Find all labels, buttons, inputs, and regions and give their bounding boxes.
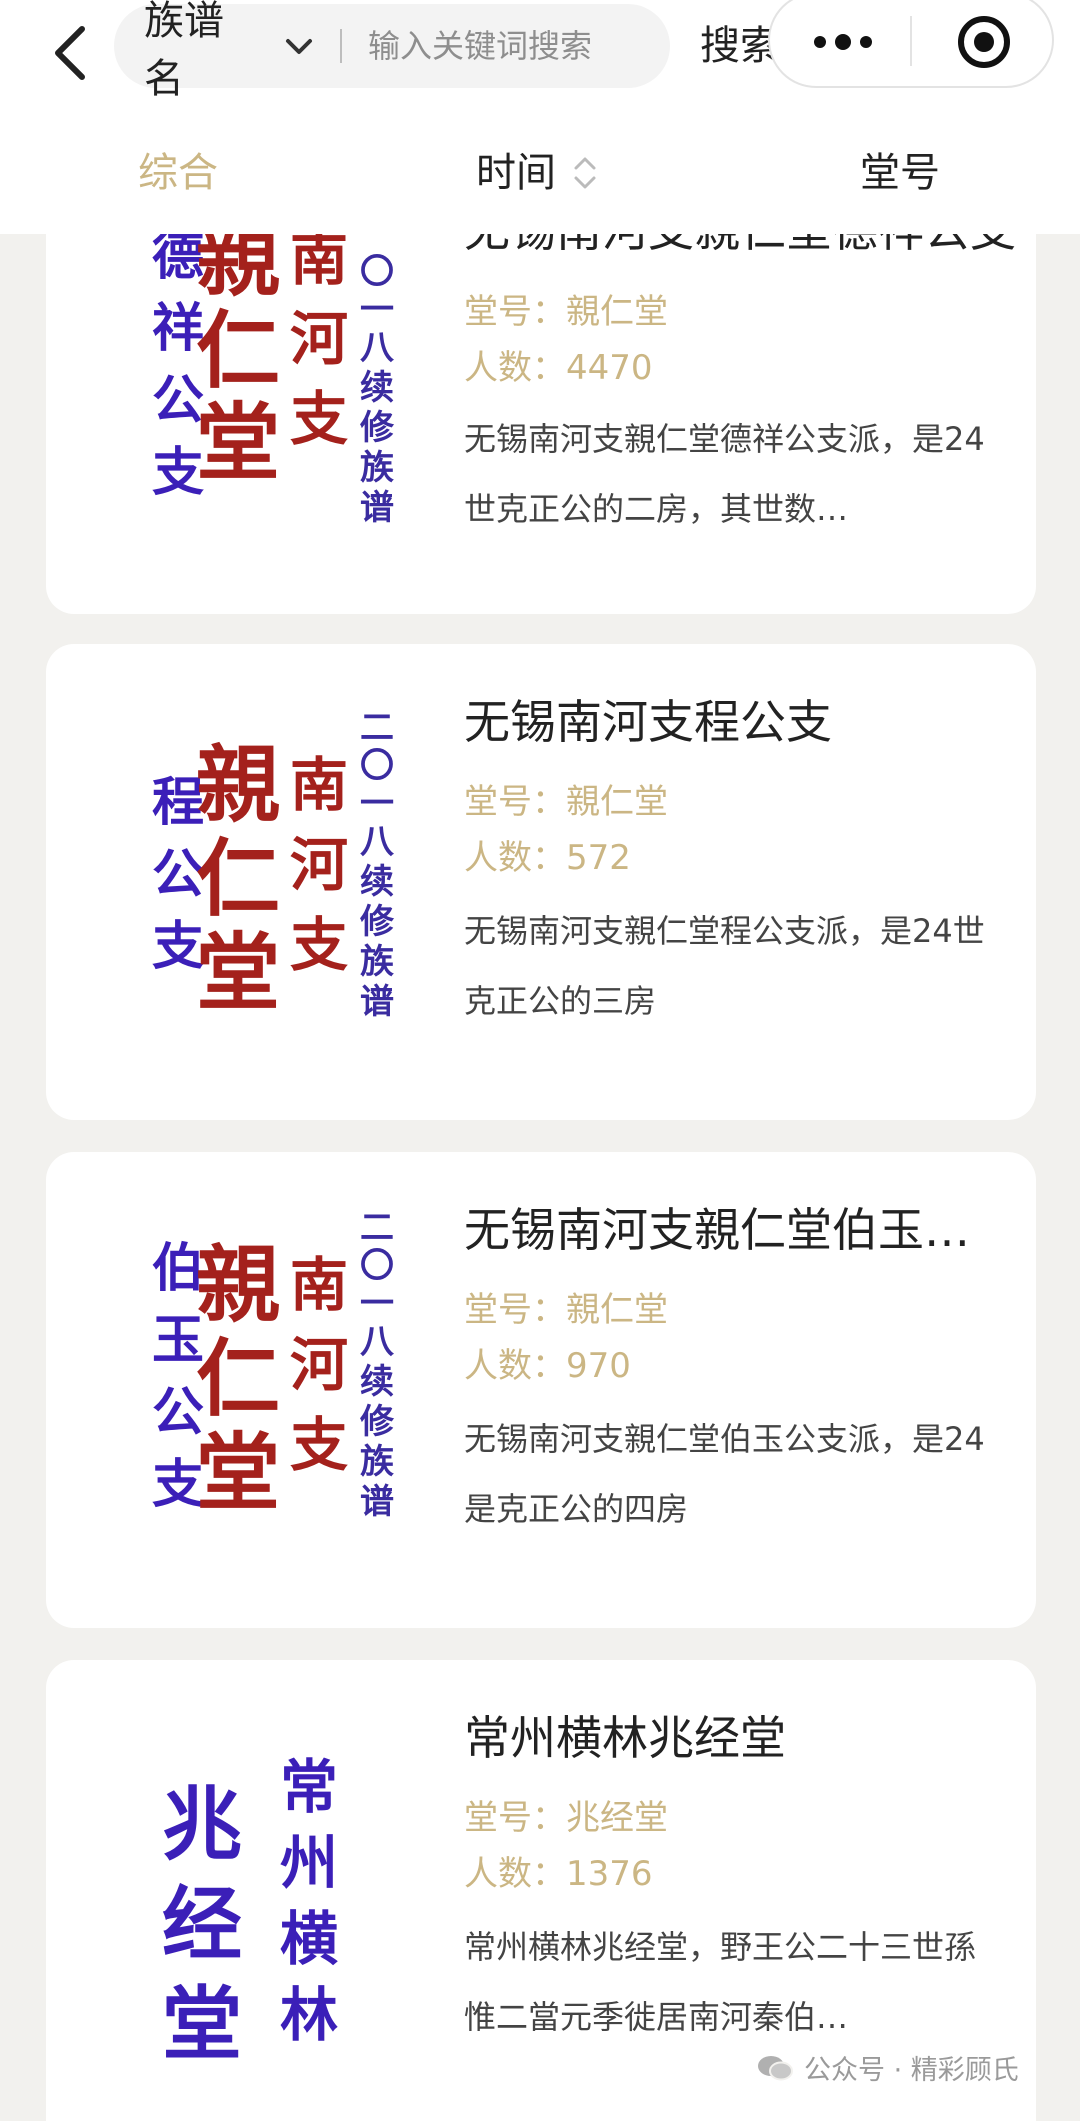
filter-bar: 综合 时间 堂号 [0,110,1080,234]
genealogy-card[interactable]: 伯 玉 公 支 親 仁 堂 南 河 支 二 〇 一 八 续 修 族 谱 无锡南河… [46,1152,1036,1628]
member-count: 人数：572 [464,838,631,878]
genealogy-list: 德 祥 公 支 親 仁 堂 南 河 支 〇 一 八 续 修 族 谱 无锡南河支親… [0,234,1080,2121]
back-arrow-icon [55,26,85,80]
mini-program-capsule [768,0,1054,88]
watermark: 公众号 · 精彩顾氏 [756,2048,1019,2087]
more-icon[interactable] [810,24,876,60]
card-description: 无锡南河支親仁堂德祥公支派，是24世克正公的二房，其世数… [464,420,985,528]
tab-time-label: 时间 [476,150,556,196]
genealogy-cover: 德 祥 公 支 親 仁 堂 南 河 支 〇 一 八 续 修 族 谱 [152,234,394,528]
search-input[interactable] [366,26,670,66]
card-title: 无锡南河支程公支 [464,695,832,749]
card-description: 常州横林兆经堂，野王公二十三世孫惟二當元季徙居南河秦伯… [464,1928,977,2036]
card-description: 无锡南河支親仁堂伯玉公支派，是24是克正公的四房 [464,1420,985,1528]
top-bar: 族谱名 搜索 [0,0,1080,111]
card-title: 无锡南河支親仁堂伯玉… [464,1203,970,1257]
card-description: 无锡南河支親仁堂程公支派，是24世克正公的三房 [464,912,985,1020]
back-button[interactable] [40,18,100,88]
genealogy-cover: 兆 经 堂 常 州 横 林 [162,1753,339,2071]
watermark-text: 公众号 · 精彩顾氏 [804,2055,1019,2086]
chevron-down-icon[interactable] [282,29,316,63]
tab-comprehensive[interactable]: 综合 [138,148,218,198]
hall-name: 堂号：親仁堂 [464,782,668,822]
genealogy-cover: 伯 玉 公 支 親 仁 堂 南 河 支 二 〇 一 八 续 修 族 谱 [152,1208,394,1522]
hall-name: 堂号：親仁堂 [464,292,668,332]
search-bar: 族谱名 [114,0,670,102]
hall-name: 堂号：親仁堂 [464,1290,668,1330]
hall-name: 堂号：兆经堂 [464,1798,668,1838]
member-count: 人数：970 [464,1346,631,1386]
genealogy-cover: 程 公 支 親 仁 堂 南 河 支 二 〇 一 八 续 修 族 谱 [152,708,394,1022]
tab-time[interactable]: 时间 [476,148,598,198]
genealogy-card[interactable]: 程 公 支 親 仁 堂 南 河 支 二 〇 一 八 续 修 族 谱 无锡南河支程… [46,644,1036,1120]
tab-hall-name[interactable]: 堂号 [860,148,940,198]
close-target-icon[interactable] [956,14,1012,70]
card-title: 无锡南河支親仁堂德祥公支 [464,234,1030,260]
scope-dropdown-label[interactable]: 族谱名 [144,0,260,104]
capsule-divider [910,16,912,66]
search-divider [340,29,342,63]
genealogy-card[interactable]: 德 祥 公 支 親 仁 堂 南 河 支 〇 一 八 续 修 族 谱 无锡南河支親… [46,234,1036,614]
member-count: 人数：4470 [464,348,653,388]
card-title: 常州横林兆经堂 [464,1711,786,1765]
member-count: 人数：1376 [464,1854,653,1894]
wechat-icon [758,2055,793,2080]
sort-icon [574,157,596,189]
